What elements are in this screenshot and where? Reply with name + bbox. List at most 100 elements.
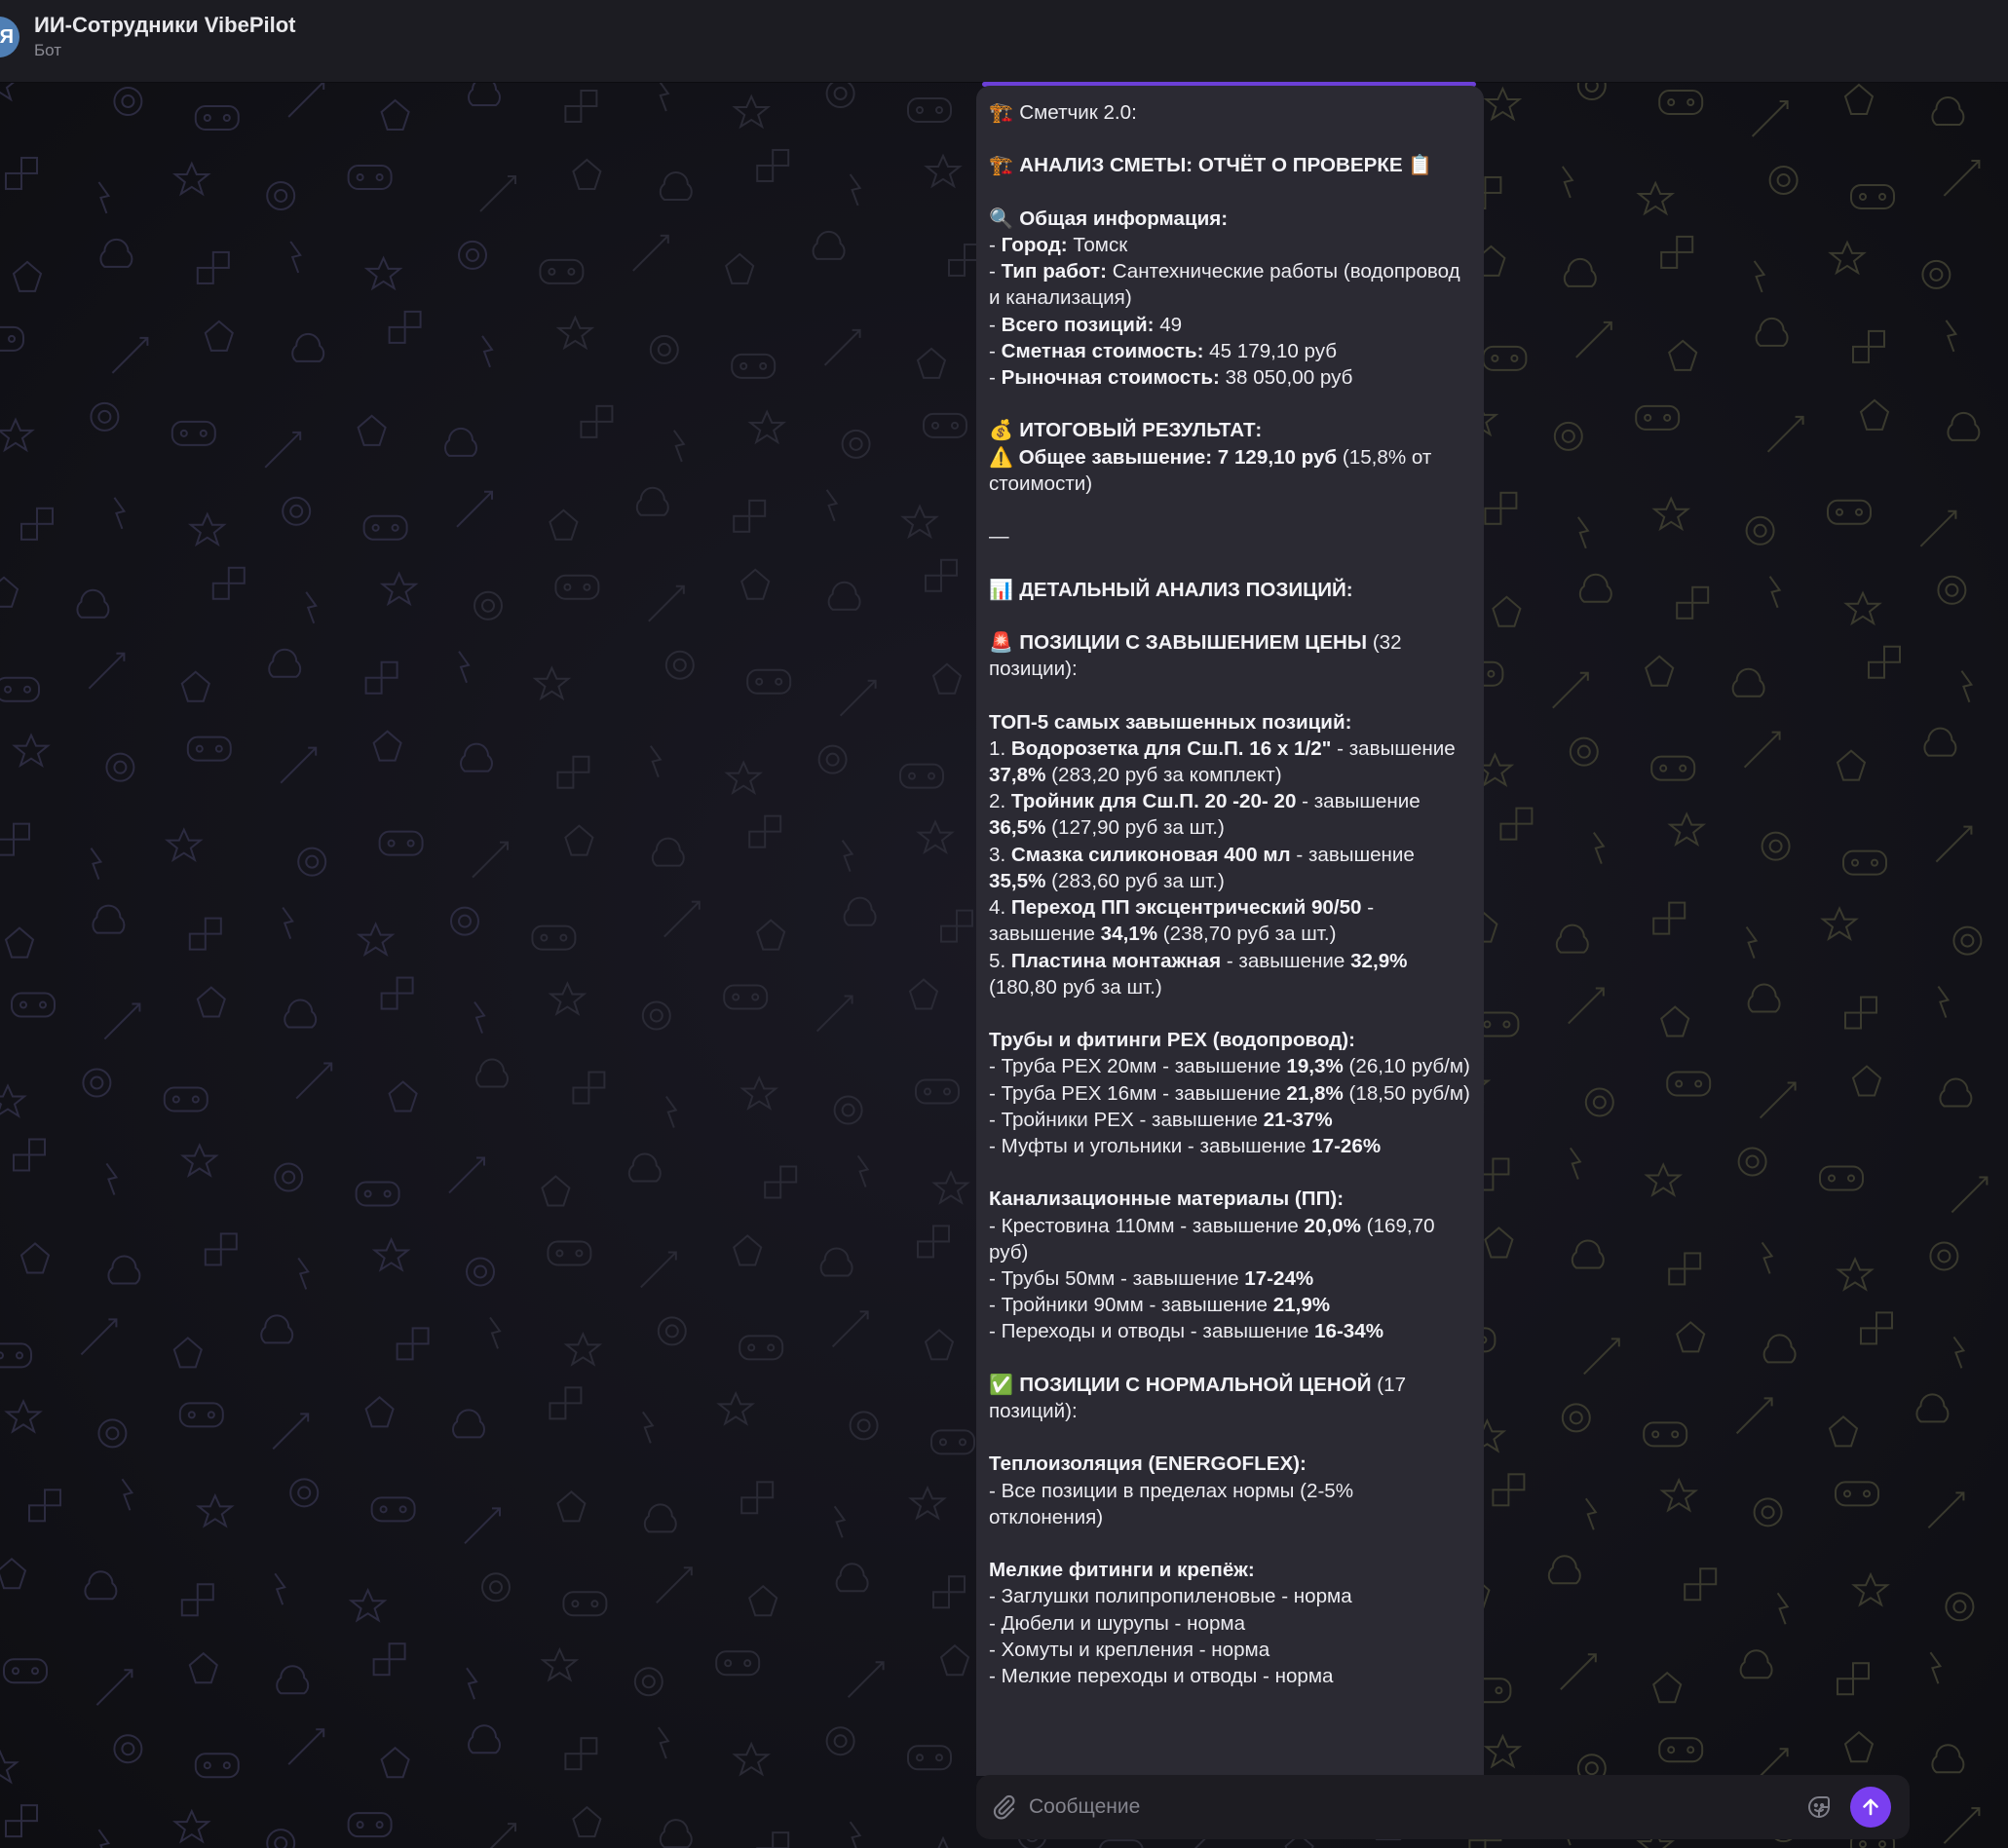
wallpaper-doodle <box>113 497 127 530</box>
wallpaper-doodle <box>1636 180 1676 216</box>
wallpaper-doodle <box>1499 807 1534 841</box>
wallpaper-doodle <box>825 489 839 522</box>
message-line: - Муфты и угольники - завышение 17-26% <box>989 1133 1470 1159</box>
wallpaper-doodle <box>931 1170 970 1205</box>
wallpaper-doodle <box>564 90 598 123</box>
wallpaper-doodle <box>1937 985 1951 1018</box>
wallpaper-doodle <box>172 1337 203 1369</box>
wallpaper-doodle <box>733 499 767 533</box>
message-run: Пластина монтажная <box>1010 949 1222 972</box>
wallpaper-doodle <box>88 652 126 690</box>
wallpaper-doodle <box>1952 1336 1966 1369</box>
avatar[interactable]: Я <box>0 17 19 57</box>
wallpaper-doodle <box>641 1411 655 1444</box>
wallpaper-doodle <box>305 591 318 624</box>
wallpaper-doodle <box>111 336 149 374</box>
wallpaper-doodle <box>659 1819 693 1848</box>
message-run: (26,10 руб/м) <box>1343 1055 1470 1078</box>
wallpaper-doodle <box>915 1078 960 1105</box>
wallpaper-doodle <box>1768 576 1782 609</box>
message-run: 38 050,00 руб <box>1219 366 1353 390</box>
wallpaper-doodle <box>939 1643 970 1677</box>
wallpaper-doodle <box>364 1396 395 1428</box>
sticker-icon[interactable] <box>1804 1792 1834 1822</box>
wallpaper-doodle <box>121 1478 134 1511</box>
wallpaper-doodle <box>284 999 318 1029</box>
wallpaper-doodle <box>827 581 861 611</box>
message-input[interactable] <box>1029 1791 1769 1824</box>
wallpaper-doodle <box>472 841 509 879</box>
chat-header-info[interactable]: ИИ-Сотрудники VibePilot Бот <box>34 12 296 62</box>
emoji-icon: 🏗️ <box>989 100 1020 124</box>
message-run: - <box>989 339 1002 362</box>
wallpaper-doodle <box>1652 901 1686 935</box>
wallpaper-doodle <box>724 760 764 796</box>
wallpaper-doodle <box>12 733 51 769</box>
wallpaper-doodle <box>917 1225 950 1259</box>
message-run: ДЕТАЛЬНЫЙ АНАЛИЗ ПОЗИЦИЙ: <box>1019 578 1353 601</box>
message-run: Мелкие фитинги и крепёж: <box>989 1559 1255 1582</box>
message-line: 🏗️ Сметчик 2.0: <box>989 99 1470 126</box>
wallpaper-doodle <box>1668 1252 1702 1286</box>
wallpaper-doodle <box>272 1413 310 1451</box>
wallpaper-doodle <box>1492 1473 1526 1507</box>
wallpaper-doodle <box>572 1071 606 1105</box>
wallpaper-doodle <box>1569 1147 1582 1180</box>
wallpaper-doodle <box>925 558 958 592</box>
wallpaper-doodle <box>1667 811 1707 847</box>
wallpaper-doodle <box>371 1237 411 1272</box>
message-line: - Дюбели и шурупы - норма <box>989 1610 1470 1637</box>
wallpaper-doodle <box>924 1329 955 1361</box>
wallpaper-doodle <box>532 665 572 701</box>
chat-title: ИИ-Сотрудники VibePilot <box>34 13 296 37</box>
send-button[interactable] <box>1850 1787 1891 1828</box>
wallpaper-doodle <box>0 1342 32 1369</box>
wallpaper-doodle <box>1844 996 1877 1030</box>
wallpaper-doodle <box>649 745 663 778</box>
wallpaper-doodle <box>756 919 786 951</box>
wallpaper-doodle <box>1951 1176 1989 1214</box>
wallpaper-doodle <box>170 420 216 446</box>
wallpaper-doodle <box>556 1490 587 1523</box>
message-run: 35,5% <box>989 869 1046 892</box>
wallpaper-doodle <box>282 496 312 526</box>
message-run: 5. <box>989 949 1011 972</box>
wallpaper-doodle <box>348 1587 388 1623</box>
message-run: ПОЗИЦИИ С ЗАВЫШЕНИЕМ ЦЕНЫ <box>1019 631 1368 655</box>
message-run: АНАЛИЗ СМЕТЫ: ОТЧЁТ О ПРОВЕРКЕ <box>1019 154 1409 177</box>
message-bubble[interactable]: 🏗️ Сметчик 2.0: 🏗️ АНАЛИЗ СМЕТЫ: ОТЧЁТ О… <box>976 86 1484 1776</box>
wallpaper-doodle <box>812 230 846 260</box>
message-run: 16-34% <box>1314 1320 1384 1343</box>
wallpaper-doodle <box>627 1152 662 1183</box>
wallpaper-doodle <box>464 1507 501 1545</box>
wallpaper-doodle <box>297 1257 310 1290</box>
wallpaper-doodle <box>843 896 877 926</box>
wallpaper-doodle <box>1751 100 1789 137</box>
message-run: Трубы и фитинги PEX (водопровод): <box>989 1029 1356 1052</box>
wallpaper-doodle <box>1836 749 1867 781</box>
wallpaper-doodle <box>450 906 479 936</box>
paperclip-icon[interactable] <box>990 1793 1017 1821</box>
wallpaper-doodle <box>444 427 477 457</box>
wallpaper-doodle <box>396 1327 430 1361</box>
wallpaper-doodle <box>103 1002 141 1040</box>
wallpaper-doodle <box>1931 1744 1965 1774</box>
wallpaper-doodle <box>1915 1393 1950 1423</box>
chat-subtitle: Бот <box>34 41 62 59</box>
wallpaper-doodle <box>940 909 973 943</box>
wallpaper-doodle <box>1676 585 1710 620</box>
wallpaper-doodle <box>260 1314 294 1344</box>
emoji-icon: ⚠️ <box>989 444 1013 469</box>
wallpaper-doodle <box>932 1575 966 1609</box>
message-composer <box>976 1775 1910 1839</box>
wallpaper-doodle <box>748 1584 778 1617</box>
wallpaper-doodle <box>489 1316 502 1349</box>
wallpaper-doodle <box>1658 90 1704 115</box>
wallpaper-doodle <box>833 1095 863 1125</box>
message-line: 🚨 ПОЗИЦИИ С ЗАВЫШЕНИЕМ ЦЕНЫ (32 позиции)… <box>989 629 1470 682</box>
wallpaper-doodle <box>1755 317 1789 347</box>
message-line: - Всего позиций: 49 <box>989 312 1470 338</box>
